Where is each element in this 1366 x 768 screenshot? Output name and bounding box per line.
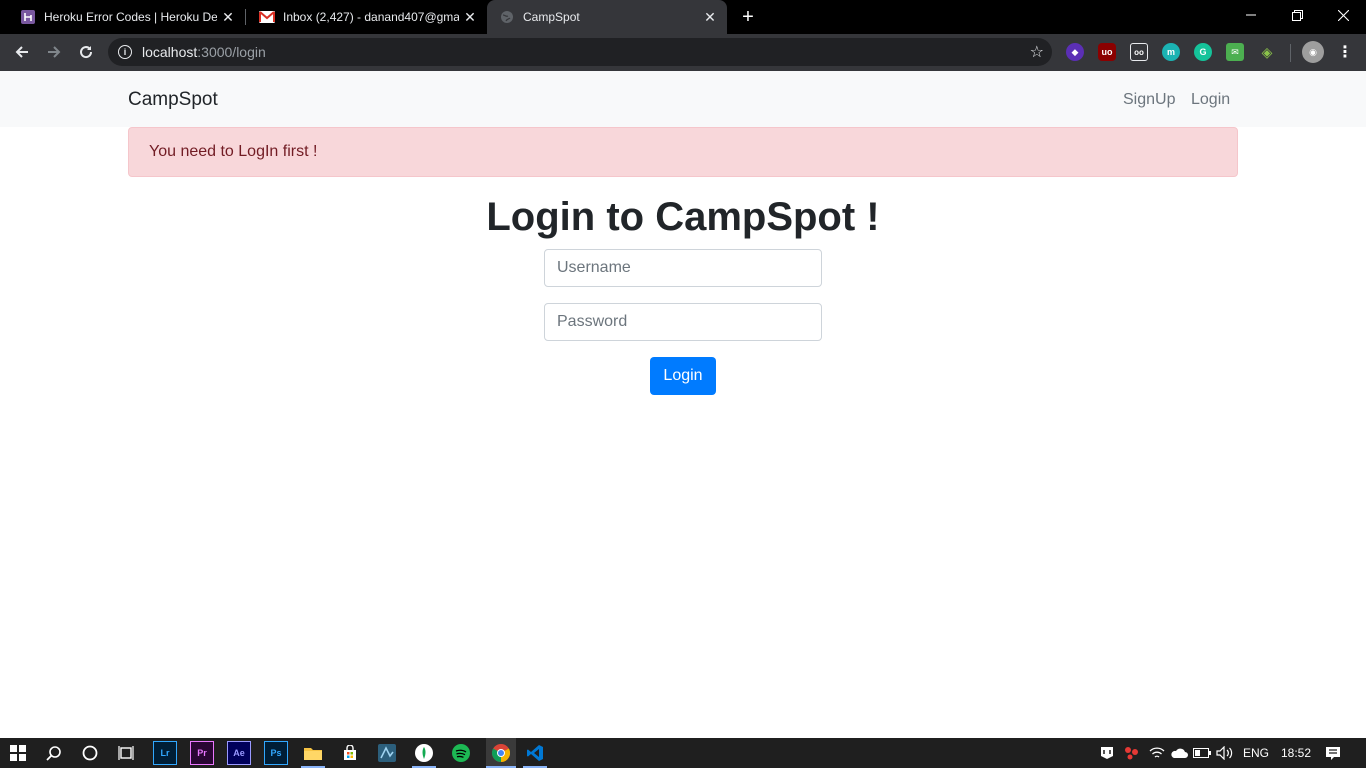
username-input[interactable] [544, 249, 822, 287]
mongodb-compass-icon[interactable] [412, 741, 436, 765]
onedrive-icon[interactable] [1167, 741, 1191, 765]
site-navbar: CampSpot SignUp Login [0, 71, 1366, 127]
action-center-icon[interactable] [1321, 741, 1345, 765]
cortana-icon[interactable] [78, 741, 102, 765]
extension-icon[interactable]: ◈ [1258, 43, 1276, 61]
app-icon[interactable] [375, 741, 399, 765]
alert-message: You need to LogIn first ! [149, 143, 318, 160]
photoshop-icon[interactable]: Ps [264, 741, 288, 765]
battery-icon[interactable] [1190, 741, 1214, 765]
address-bar[interactable]: i localhost:3000/login ☆ [108, 38, 1052, 66]
minimize-icon[interactable] [1228, 0, 1274, 30]
extension-icon[interactable]: ✉ [1226, 43, 1244, 61]
extension-icon[interactable]: ◆ [1066, 43, 1084, 61]
lightroom-icon[interactable]: Lr [153, 741, 177, 765]
page-title: Login to CampSpot ! [486, 195, 880, 239]
error-alert: You need to LogIn first ! [128, 127, 1238, 177]
extension-icon[interactable]: oo [1130, 43, 1148, 61]
tray-app-icon[interactable] [1095, 741, 1119, 765]
tray-app-icon[interactable] [1120, 741, 1144, 765]
browser-tab-strip: Heroku Error Codes | Heroku Dev ✕ Inbox … [0, 0, 1366, 34]
toolbar-divider [1290, 44, 1291, 62]
reload-icon[interactable] [72, 38, 100, 66]
tab-title: Inbox (2,427) - danand407@gma [283, 10, 459, 24]
volume-icon[interactable] [1213, 741, 1237, 765]
close-window-icon[interactable] [1320, 0, 1366, 30]
new-tab-icon[interactable]: + [736, 6, 760, 28]
forward-icon[interactable] [40, 38, 68, 66]
globe-icon [499, 9, 515, 25]
tab-gmail[interactable]: Inbox (2,427) - danand407@gma ✕ [239, 0, 487, 34]
chrome-icon[interactable] [486, 738, 516, 768]
language-indicator[interactable]: ENG [1243, 746, 1269, 760]
tab-title: CampSpot [523, 10, 580, 24]
file-explorer-icon[interactable] [301, 741, 325, 765]
windows-start-icon[interactable] [6, 741, 30, 765]
site-info-icon[interactable]: i [118, 45, 132, 59]
url-path: :3000/login [197, 44, 266, 60]
search-icon[interactable] [42, 741, 66, 765]
close-tab-icon[interactable]: ✕ [217, 6, 239, 28]
close-tab-icon[interactable]: ✕ [699, 6, 721, 28]
nav-link-login[interactable]: Login [1191, 91, 1230, 109]
gmail-icon [259, 9, 275, 25]
after-effects-icon[interactable]: Ae [227, 741, 251, 765]
premiere-icon[interactable]: Pr [190, 741, 214, 765]
clock[interactable]: 18:52 [1281, 746, 1311, 760]
bookmark-star-icon[interactable]: ☆ [1030, 42, 1044, 62]
login-button[interactable]: Login [650, 357, 716, 395]
nav-link-signup[interactable]: SignUp [1123, 91, 1175, 109]
spotify-icon[interactable] [449, 741, 473, 765]
tab-campspot[interactable]: CampSpot ✕ [487, 0, 727, 34]
browser-toolbar: i localhost:3000/login ☆ ◆ uo oo m G ✉ ◈… [0, 34, 1366, 71]
password-input[interactable] [544, 303, 822, 341]
task-view-icon[interactable] [114, 741, 138, 765]
more-menu-icon[interactable]: ⋮ [1336, 43, 1354, 61]
vscode-icon[interactable] [523, 741, 547, 765]
heroku-icon [20, 9, 36, 25]
tab-heroku[interactable]: Heroku Error Codes | Heroku Dev ✕ [0, 0, 245, 34]
close-tab-icon[interactable]: ✕ [459, 6, 481, 28]
navbar-brand[interactable]: CampSpot [128, 89, 218, 111]
wifi-icon[interactable] [1145, 741, 1169, 765]
url-host: localhost [142, 44, 198, 60]
grammarly-icon[interactable]: G [1194, 43, 1212, 61]
tab-title: Heroku Error Codes | Heroku Dev [44, 10, 217, 24]
store-icon[interactable] [338, 741, 362, 765]
restore-icon[interactable] [1274, 0, 1320, 30]
windows-taskbar: Lr Pr Ae Ps ENG 18:52 [0, 738, 1366, 768]
back-icon[interactable] [8, 38, 36, 66]
extension-icon[interactable]: m [1162, 43, 1180, 61]
ublock-icon[interactable]: uo [1098, 43, 1116, 61]
url-text: localhost:3000/login [142, 44, 266, 60]
profile-avatar[interactable]: ◉ [1302, 41, 1324, 63]
